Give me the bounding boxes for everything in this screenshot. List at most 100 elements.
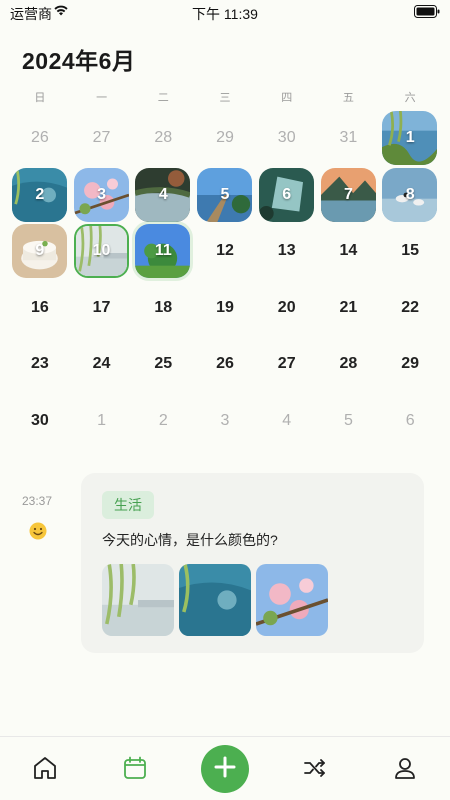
tab-bar [0,736,450,800]
calendar-day[interactable]: 15 [379,223,441,280]
add-entry-button[interactable] [201,745,249,793]
calendar-day[interactable]: 4 [132,167,194,224]
day-number: 3 [220,411,230,429]
calendar-day: 3 [194,393,256,450]
entry-text: 今天的心情，是什么颜色的? [102,532,278,548]
day-number: 5 [220,185,230,203]
plus-icon [213,755,237,784]
calendar-day[interactable]: 29 [379,336,441,393]
day-number: 9 [35,242,45,260]
day-number: 28 [154,129,173,147]
calendar-day[interactable]: 20 [256,280,318,337]
tab-home[interactable] [32,755,58,781]
day-number: 20 [277,298,296,316]
calendar-day: 26 [9,110,71,167]
calendar-icon [122,756,148,785]
calendar-day[interactable]: 11 [132,223,194,280]
status-bar: 运营商 下午 11:39 [0,0,450,24]
weekday-header: 日 一 二 三 四 五 六 [9,89,441,105]
day-number: 4 [158,185,168,203]
day-number: 3 [97,185,107,203]
calendar-day[interactable]: 23 [9,336,71,393]
day-number: 16 [30,298,49,316]
calendar-day: 27 [71,110,133,167]
calendar-day[interactable]: 12 [194,223,256,280]
day-number: 14 [339,242,358,260]
calendar-grid: 26 27 28 29 30 31 1 2 3 4 5 6 7 8 9 10 11 12 13 14 15 16 17 18 1… [9,110,441,449]
day-number: 30 [277,129,296,147]
calendar-day[interactable]: 24 [71,336,133,393]
diary-entry-card[interactable]: 生活 今天的心情，是什么颜色的? [81,473,424,653]
status-time: 下午 11:39 [192,6,258,22]
tab-profile[interactable] [392,755,418,781]
calendar-day[interactable]: 7 [318,167,380,224]
tab-shuffle[interactable] [302,755,328,781]
calendar-day: 31 [318,110,380,167]
calendar-day: 4 [256,393,318,450]
weekday-label: 三 [219,92,231,104]
calendar-day[interactable]: 18 [132,280,194,337]
day-number: 2 [158,411,168,429]
calendar-day: 2 [132,393,194,450]
calendar-day[interactable]: 16 [9,280,71,337]
day-number: 1 [405,129,415,147]
day-number: 11 [154,242,172,260]
day-number: 25 [154,355,173,373]
day-number: 15 [401,242,420,260]
category-tag[interactable]: 生活 [102,491,154,519]
calendar-day[interactable]: 9 [9,223,71,280]
user-icon [392,758,418,785]
day-number: 29 [401,355,420,373]
day-number: 24 [92,355,111,373]
calendar-day[interactable]: 19 [194,280,256,337]
day-number: 22 [401,298,420,316]
calendar-day[interactable]: 14 [318,223,380,280]
calendar-day[interactable]: 28 [318,336,380,393]
day-number: 6 [282,185,292,203]
calendar-day[interactable]: 1 [379,110,441,167]
month-title[interactable]: 2024年6月 [22,42,135,76]
weekday-label: 二 [157,92,169,104]
day-number: 19 [216,298,234,316]
calendar-day[interactable]: 27 [256,336,318,393]
calendar-day: 29 [194,110,256,167]
calendar-day[interactable]: 8 [379,167,441,224]
day-number: 6 [405,411,415,429]
calendar-day[interactable]: 21 [318,280,380,337]
calendar-day: 6 [379,393,441,450]
calendar-day: 30 [256,110,318,167]
shuffle-icon [302,759,328,785]
entry-time: 23:37 [22,494,53,508]
calendar-day[interactable]: 30 [9,393,71,450]
calendar-day[interactable]: 26 [194,336,256,393]
calendar-day[interactable]: 13 [256,223,318,280]
calendar-day[interactable]: 2 [9,167,71,224]
calendar-day[interactable]: 3 [71,167,133,224]
entry-photo[interactable] [179,564,251,636]
weekday-label: 一 [96,92,108,104]
day-number: 21 [339,298,358,316]
calendar-day[interactable]: 10 [71,223,133,280]
day-number: 26 [216,355,234,373]
calendar-day[interactable]: 25 [132,336,194,393]
smile-emoji-icon[interactable] [29,522,47,540]
day-number: 8 [405,185,415,203]
weekday-label: 四 [281,92,293,104]
tab-calendar[interactable] [122,755,148,781]
day-number: 4 [282,411,292,429]
entry-photo[interactable] [256,564,328,636]
day-number: 10 [92,242,111,260]
day-number: 13 [277,242,296,260]
calendar-day[interactable]: 17 [71,280,133,337]
day-number: 30 [30,411,49,429]
day-number: 17 [92,298,111,316]
day-number: 7 [343,185,353,203]
day-number: 1 [97,411,107,429]
calendar-day[interactable]: 6 [256,167,318,224]
calendar-day[interactable]: 22 [379,280,441,337]
calendar-day[interactable]: 5 [194,167,256,224]
weekday-label: 五 [342,92,354,104]
entry-photo[interactable] [102,564,174,636]
day-number: 27 [92,129,111,147]
battery-icon [414,5,440,21]
